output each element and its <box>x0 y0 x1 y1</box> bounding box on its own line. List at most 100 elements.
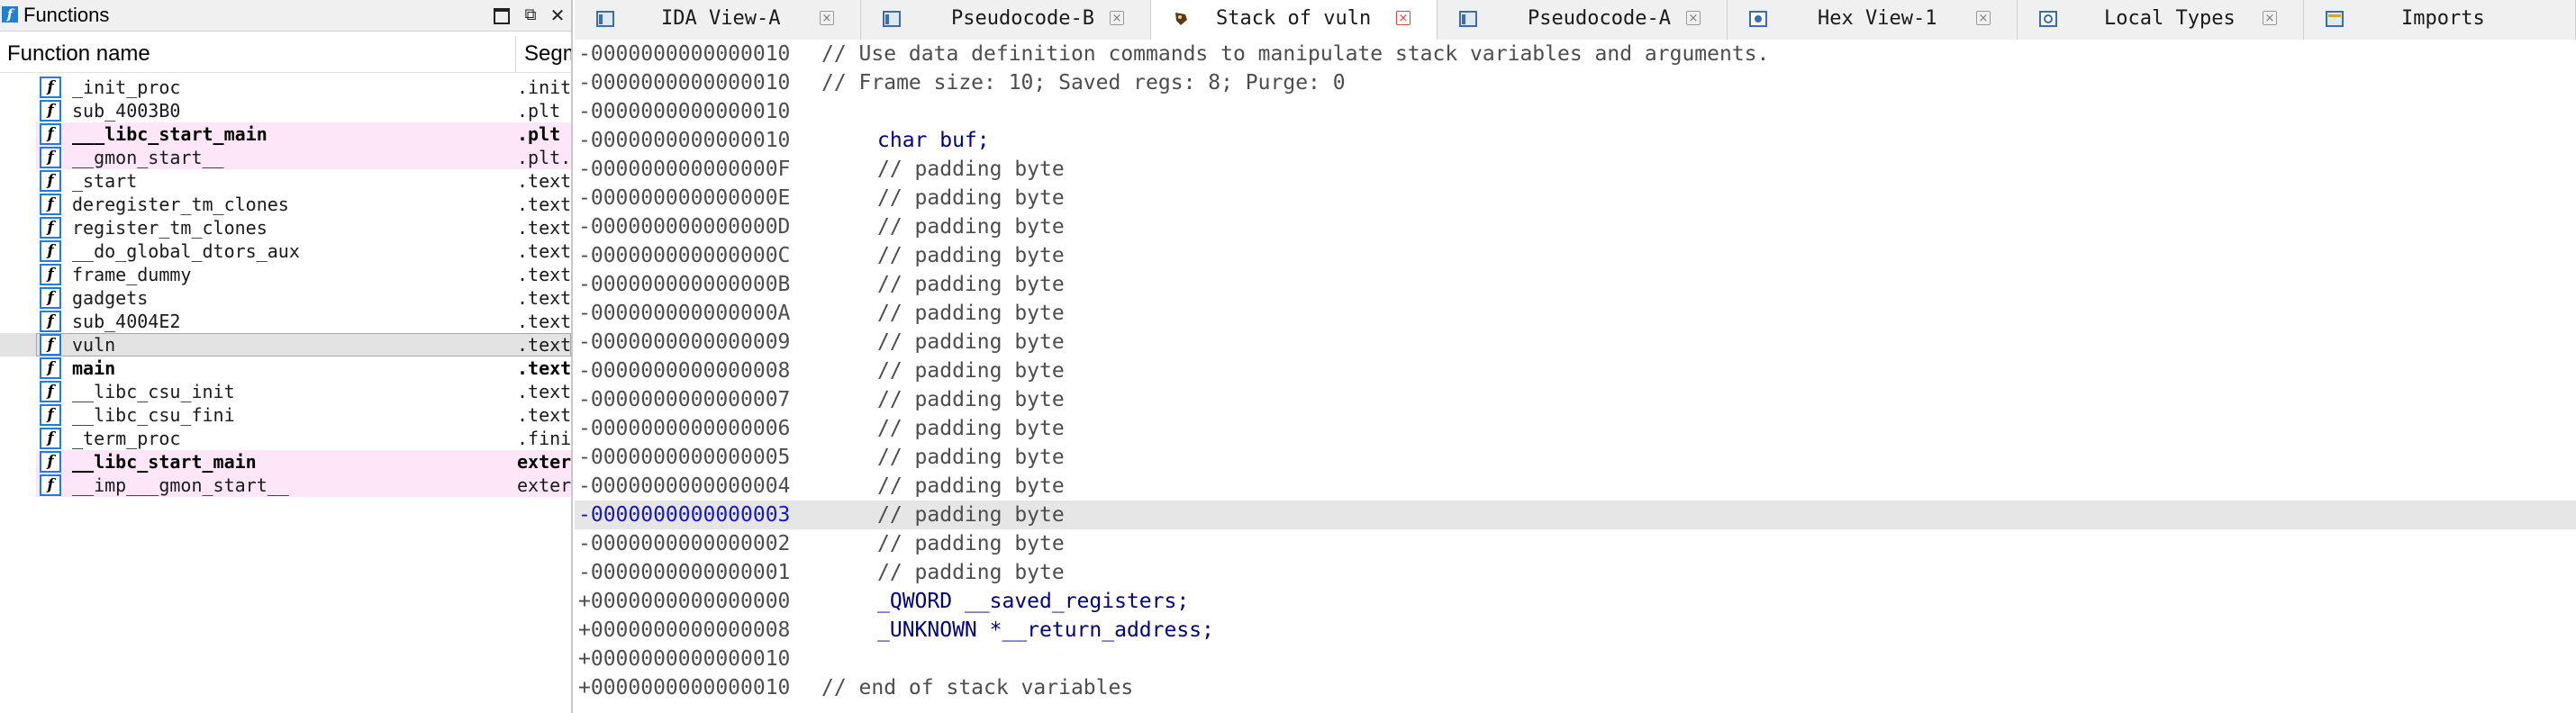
tab-pseudocode-a[interactable]: Pseudocode-A × <box>1438 0 1728 40</box>
function-segment: .text <box>517 404 571 426</box>
stack-offset: +0000000000000000 <box>578 590 791 613</box>
function-segment: .text <box>517 217 571 239</box>
function-name: __do_global_dtors_aux <box>72 240 300 262</box>
function-icon: f <box>40 381 61 402</box>
stack-variable[interactable]: char buf; <box>877 129 990 152</box>
function-name: sub_4003B0 <box>72 100 181 122</box>
close-panel-button[interactable]: ✕ <box>548 5 567 25</box>
tab-close-icon[interactable]: × <box>1110 11 1124 25</box>
function-row[interactable]: f _init_proc .init <box>0 76 571 99</box>
tab-label: Pseudocode-B <box>951 7 1094 30</box>
stack-line[interactable]: -0000000000000008 // padding byte <box>575 356 2576 385</box>
function-name: __libc_csu_fini <box>72 404 235 426</box>
function-icon: f <box>40 77 61 98</box>
stack-line[interactable]: -0000000000000002 // padding byte <box>575 529 2576 558</box>
padding-comment: // padding byte <box>877 417 1065 440</box>
stack-offset: -000000000000000B <box>578 273 791 296</box>
padding-comment: // padding byte <box>877 186 1065 210</box>
function-segment: .init <box>517 77 571 98</box>
function-name: _start <box>72 170 138 192</box>
column-segment[interactable]: Segment <box>524 41 571 67</box>
stack-line[interactable]: -000000000000000D // padding byte <box>575 212 2576 241</box>
function-row[interactable]: f __imp___gmon_start__ extern <box>0 474 571 497</box>
stack-line[interactable]: -0000000000000003 // padding byte <box>575 501 2576 529</box>
tab-close-icon[interactable]: × <box>1396 11 1410 25</box>
function-row[interactable]: f __libc_start_main extern <box>0 450 571 474</box>
function-row[interactable]: f vuln .text <box>0 333 571 356</box>
function-name: deregister_tm_clones <box>72 194 289 215</box>
functions-list: f _init_proc .init f sub_4003B0 .plt f ___libc_… <box>0 76 571 497</box>
function-row[interactable]: f _term_proc .fini <box>0 427 571 450</box>
function-icon: f <box>40 123 61 145</box>
function-icon: f <box>40 334 61 356</box>
column-function-name[interactable]: Function name <box>7 41 150 67</box>
function-row[interactable]: f sub_4004E2 .text <box>0 310 571 333</box>
stack-line[interactable]: -0000000000000005 // padding byte <box>575 443 2576 472</box>
function-segment: .text <box>517 264 571 285</box>
column-divider[interactable] <box>515 36 516 72</box>
stack-line[interactable]: -0000000000000010 <box>575 97 2576 126</box>
function-segment: .text <box>517 334 571 356</box>
function-row[interactable]: f _start .text <box>0 169 571 193</box>
stack-line[interactable]: -000000000000000E // padding byte <box>575 184 2576 212</box>
stack-frame-view[interactable]: -0000000000000010 // Use data definition … <box>575 40 2576 713</box>
tab-hex-view-1[interactable]: Hex View-1 × <box>1728 0 2018 40</box>
stack-line[interactable]: -000000000000000B // padding byte <box>575 270 2576 299</box>
stack-line[interactable]: +0000000000000000 _QWORD __saved_register… <box>575 587 2576 616</box>
stack-line[interactable]: -0000000000000001 // padding byte <box>575 558 2576 587</box>
function-name: sub_4004E2 <box>72 311 181 332</box>
tab-label: IDA View-A <box>661 7 781 30</box>
stack-line[interactable]: -0000000000000009 // padding byte <box>575 328 2576 356</box>
stack-line[interactable]: -000000000000000A // padding byte <box>575 299 2576 328</box>
function-row[interactable]: f __libc_csu_fini .text <box>0 403 571 427</box>
function-row[interactable]: f __do_global_dtors_aux .text <box>0 239 571 263</box>
stack-line[interactable]: +0000000000000010 <box>575 645 2576 673</box>
function-icon: f <box>40 474 61 496</box>
tab-local-types[interactable]: Local Types × <box>2018 0 2304 40</box>
stack-offset: -0000000000000005 <box>578 446 791 469</box>
hex-view-icon <box>1749 11 1767 27</box>
stack-line[interactable]: -0000000000000004 // padding byte <box>575 472 2576 501</box>
tab-imports[interactable]: Imports <box>2304 0 2576 40</box>
stack-line[interactable]: -0000000000000010 // Use data definition … <box>575 40 2576 68</box>
padding-comment: // padding byte <box>877 359 1065 383</box>
stack-variable[interactable]: _QWORD __saved_registers; <box>877 590 1189 613</box>
tab-ida-view-a[interactable]: IDA View-A × <box>575 0 861 40</box>
stack-line[interactable]: -000000000000000F // padding byte <box>575 155 2576 184</box>
float-window-button[interactable]: ⧉ <box>521 5 540 25</box>
function-row[interactable]: f deregister_tm_clones .text <box>0 193 571 216</box>
functions-title: Functions <box>23 4 110 26</box>
stack-comment: // Use data definition commands to manip… <box>821 42 1770 66</box>
function-name: frame_dummy <box>72 264 192 285</box>
function-row[interactable]: f sub_4003B0 .plt <box>0 99 571 122</box>
tab-stack-of-vuln[interactable]: Stack of vuln × <box>1151 0 1438 41</box>
stack-variable[interactable]: _UNKNOWN *__return_address; <box>877 618 1214 642</box>
stack-line[interactable]: -0000000000000010 // Frame size: 10; Save… <box>575 68 2576 97</box>
stack-offset: -000000000000000C <box>578 244 791 267</box>
tab-close-icon[interactable]: × <box>820 11 834 25</box>
maximize-button[interactable] <box>492 5 512 25</box>
stack-line[interactable]: -000000000000000C // padding byte <box>575 241 2576 270</box>
stack-line[interactable]: -0000000000000010 char buf; <box>575 126 2576 155</box>
function-row[interactable]: f frame_dummy .text <box>0 263 571 286</box>
function-row[interactable]: f ___libc_start_main .plt <box>0 122 571 146</box>
function-row[interactable]: f __libc_csu_init .text <box>0 380 571 403</box>
stack-line[interactable]: +0000000000000010 // end of stack variabl… <box>575 673 2576 702</box>
function-segment: .text <box>517 357 571 379</box>
tab-close-icon[interactable]: × <box>1976 11 1991 25</box>
tab-close-icon[interactable]: × <box>1686 11 1701 25</box>
function-row[interactable]: f register_tm_clones .text <box>0 216 571 239</box>
function-icon: f <box>40 404 61 426</box>
function-row[interactable]: f __gmon_start__ .plt.got <box>0 146 571 169</box>
function-segment: .text <box>517 194 571 215</box>
stack-line[interactable]: +0000000000000008 _UNKNOWN *__return_addr… <box>575 616 2576 645</box>
stack-line[interactable]: -0000000000000007 // padding byte <box>575 385 2576 414</box>
tab-label: Hex View-1 <box>1818 7 1937 30</box>
stack-line[interactable]: -0000000000000006 // padding byte <box>575 414 2576 443</box>
stack-offset: -0000000000000007 <box>578 388 791 411</box>
function-row[interactable]: f gadgets .text <box>0 286 571 310</box>
function-segment: .fini <box>517 428 571 449</box>
tab-pseudocode-b[interactable]: Pseudocode-B × <box>861 0 1151 40</box>
function-row[interactable]: f main .text <box>0 356 571 380</box>
tab-close-icon[interactable]: × <box>2263 11 2277 25</box>
